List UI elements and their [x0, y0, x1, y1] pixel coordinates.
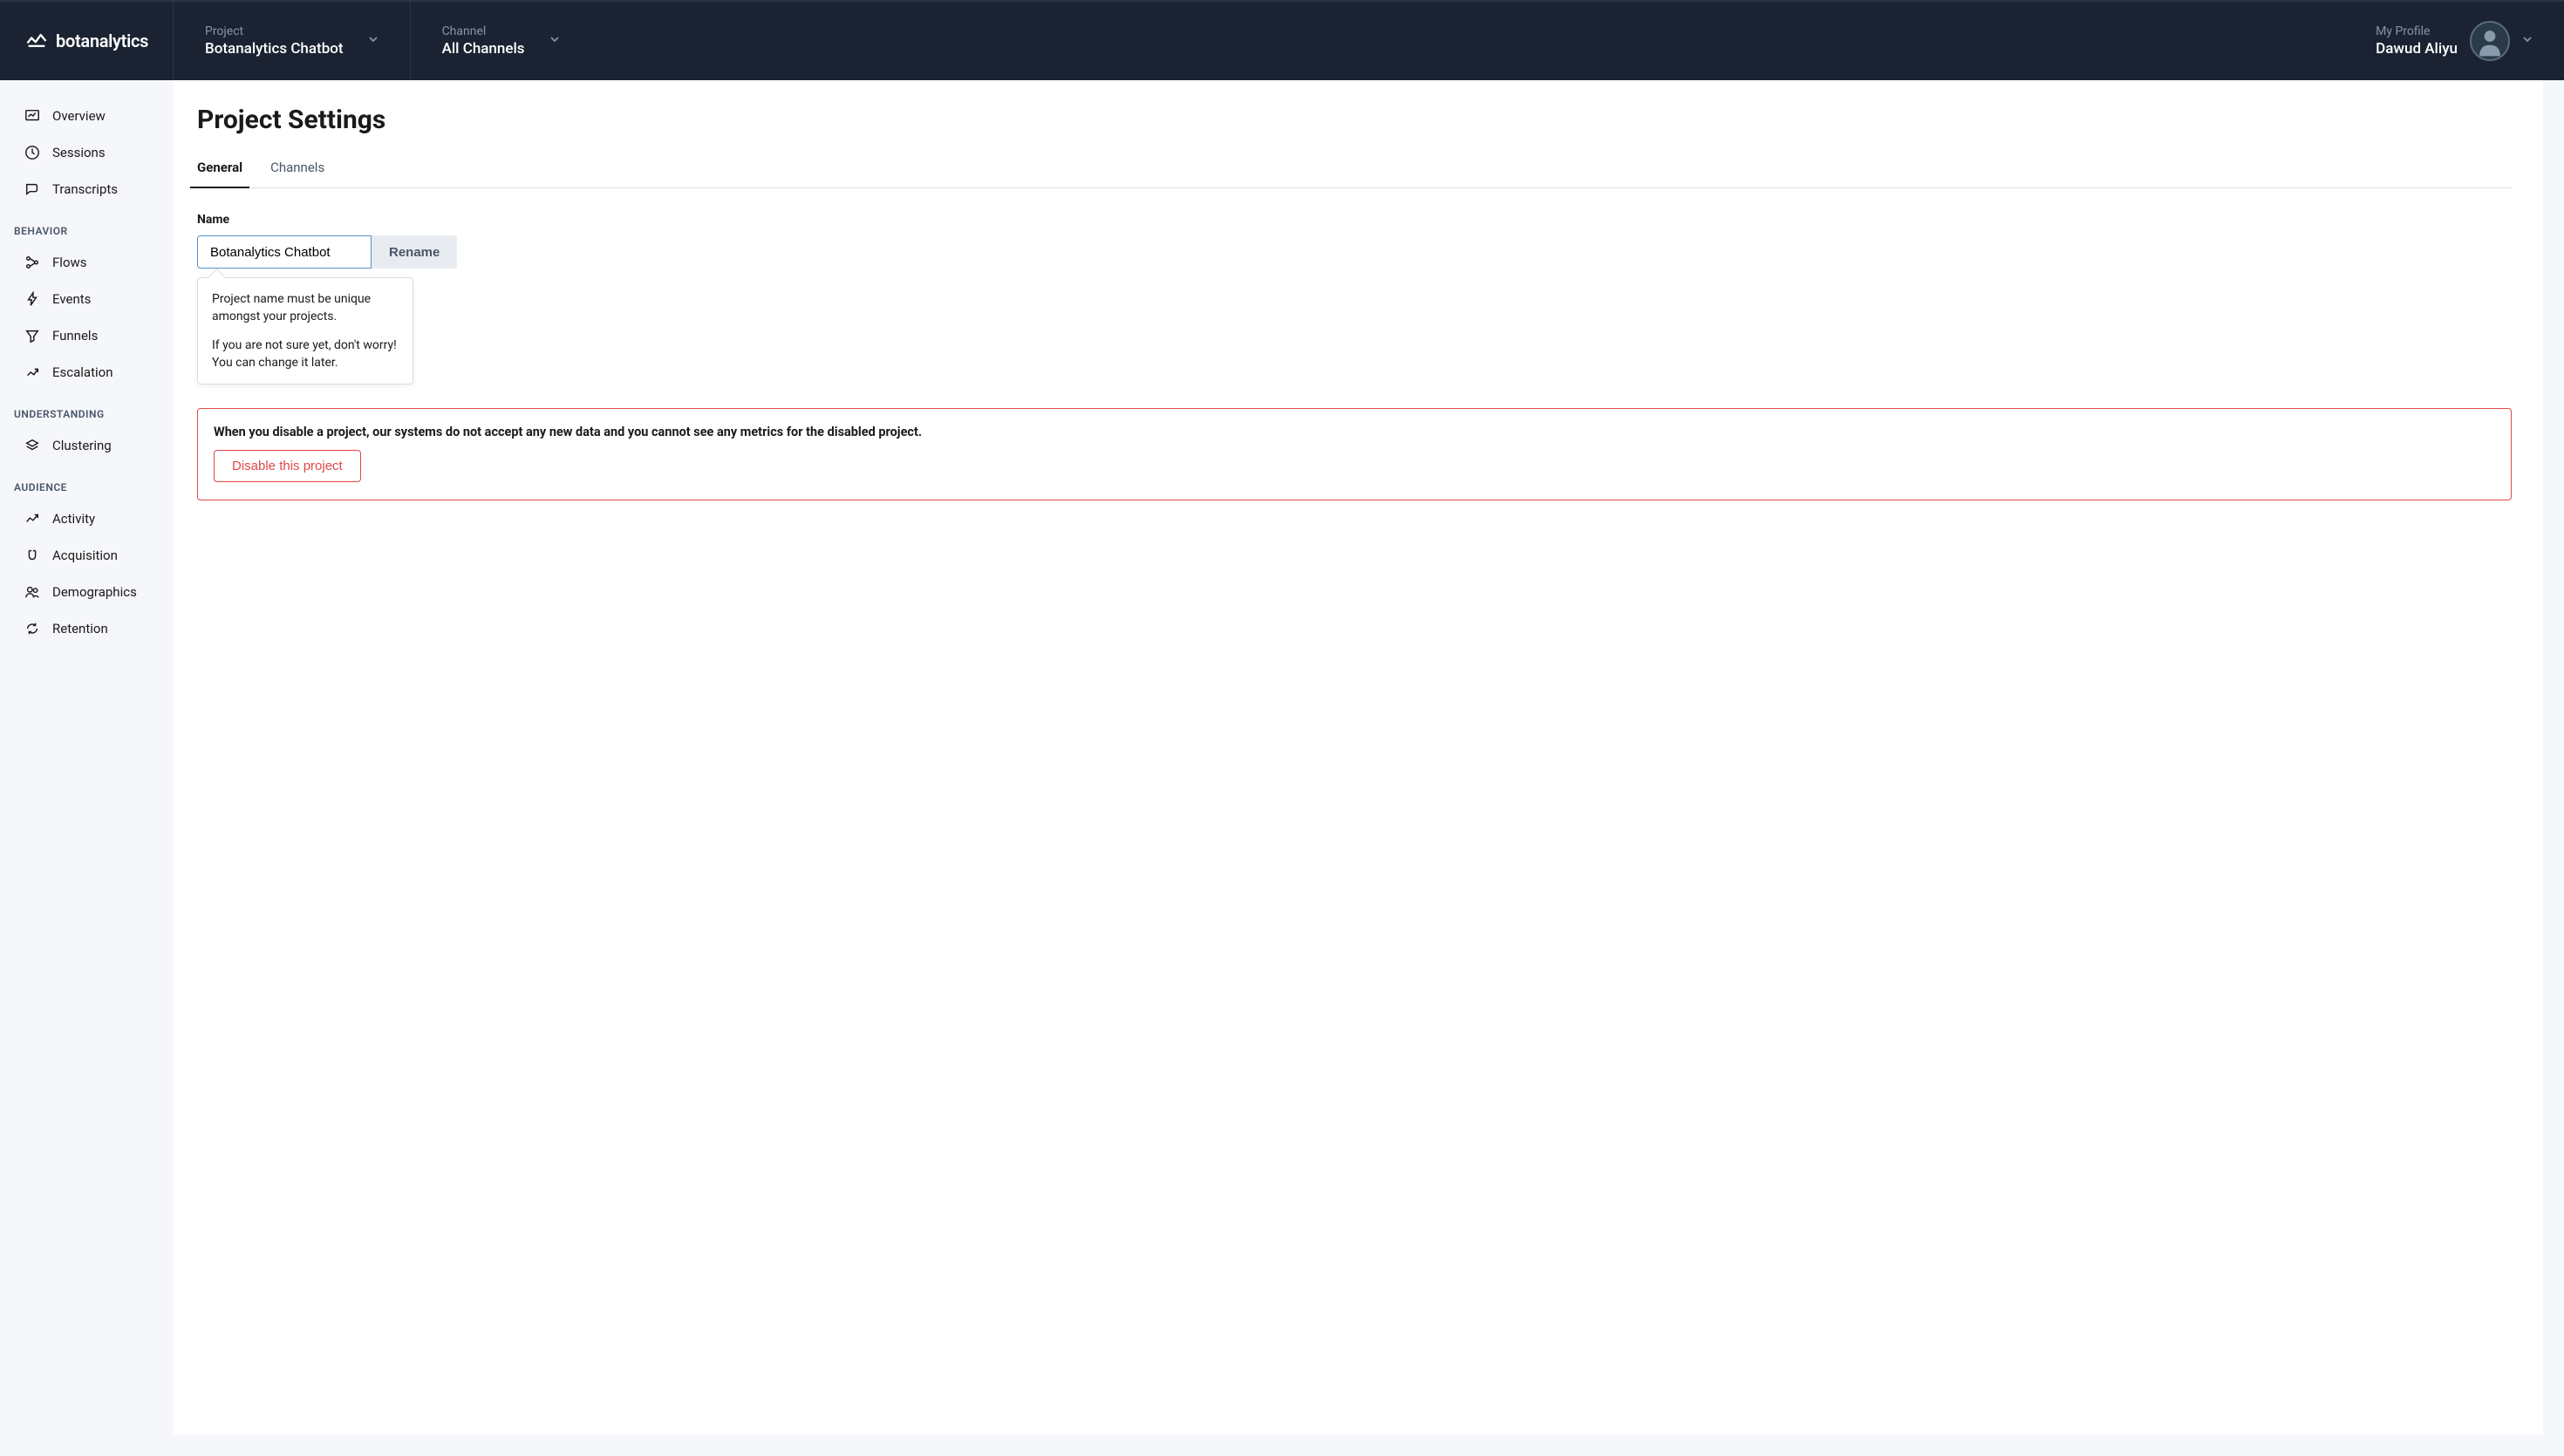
tabs: General Channels: [197, 160, 2512, 188]
sidebar-item-label: Escalation: [52, 364, 113, 380]
sidebar-header-audience: AUDIENCE: [0, 464, 173, 500]
danger-box: When you disable a project, our systems …: [197, 408, 2512, 500]
sidebar-item-label: Events: [52, 291, 91, 307]
refresh-icon: [24, 621, 40, 636]
sidebar-item-escalation[interactable]: Escalation: [0, 354, 173, 391]
name-tooltip: Project name must be unique amongst your…: [197, 277, 413, 384]
sidebar-item-label: Acquisition: [52, 548, 118, 563]
tooltip-line: If you are not sure yet, don't worry! Yo…: [212, 337, 399, 372]
sidebar-item-demographics[interactable]: Demographics: [0, 574, 173, 610]
project-name-input[interactable]: [197, 235, 372, 269]
tooltip-line: Project name must be unique amongst your…: [212, 290, 399, 326]
tab-channels[interactable]: Channels: [270, 160, 324, 187]
name-row: Rename Project name must be unique among…: [197, 235, 2512, 269]
chat-icon: [24, 181, 40, 197]
magnet-icon: [24, 548, 40, 563]
sidebar-item-label: Transcripts: [52, 181, 118, 197]
profile-dropdown[interactable]: My Profile Dawud Aliyu: [2376, 2, 2564, 80]
funnel-icon: [24, 328, 40, 344]
danger-zone: When you disable a project, our systems …: [197, 408, 2512, 500]
brand-name: botanalytics: [56, 31, 148, 51]
project-label: Project: [205, 24, 344, 38]
sidebar-item-funnels[interactable]: Funnels: [0, 317, 173, 354]
rename-button[interactable]: Rename: [372, 235, 457, 269]
chevron-down-icon: [549, 34, 560, 48]
flows-icon: [24, 255, 40, 270]
logo-icon: [24, 29, 49, 53]
escalation-icon: [24, 364, 40, 380]
sidebar-header-behavior: BEHAVIOR: [0, 208, 173, 244]
project-value: Botanalytics Chatbot: [205, 40, 344, 58]
sidebar-item-overview[interactable]: Overview: [0, 98, 173, 134]
trend-icon: [24, 511, 40, 527]
sidebar-item-acquisition[interactable]: Acquisition: [0, 537, 173, 574]
sidebar-header-understanding: UNDERSTANDING: [0, 391, 173, 427]
tab-general[interactable]: General: [197, 160, 242, 187]
danger-text: When you disable a project, our systems …: [214, 425, 2495, 439]
disable-project-button[interactable]: Disable this project: [214, 450, 361, 482]
sidebar-item-activity[interactable]: Activity: [0, 500, 173, 537]
sidebar-item-label: Retention: [52, 621, 108, 636]
channel-dropdown[interactable]: Channel All Channels: [411, 2, 591, 80]
chevron-down-icon: [368, 34, 378, 48]
sidebar-item-events[interactable]: Events: [0, 281, 173, 317]
profile-label: My Profile: [2376, 24, 2458, 38]
main-content: Project Settings General Channels Name R…: [173, 80, 2543, 1435]
sidebar: Overview Sessions Transcripts BEHAVIOR F…: [0, 80, 173, 1456]
layers-icon: [24, 438, 40, 453]
sidebar-item-sessions[interactable]: Sessions: [0, 134, 173, 171]
channel-label: Channel: [442, 24, 525, 38]
topbar: botanalytics Project Botanalytics Chatbo…: [0, 0, 2564, 80]
page-title: Project Settings: [197, 105, 2512, 135]
sidebar-item-label: Activity: [52, 511, 95, 527]
clock-icon: [24, 145, 40, 160]
name-label: Name: [197, 213, 2512, 227]
users-icon: [24, 584, 40, 600]
channel-value: All Channels: [442, 40, 525, 58]
bolt-icon: [24, 291, 40, 307]
brand-logo[interactable]: botanalytics: [0, 2, 173, 80]
sidebar-item-label: Clustering: [52, 438, 112, 453]
sidebar-item-clustering[interactable]: Clustering: [0, 427, 173, 464]
overview-icon: [24, 108, 40, 124]
sidebar-item-transcripts[interactable]: Transcripts: [0, 171, 173, 208]
sidebar-item-label: Demographics: [52, 584, 137, 600]
chevron-down-icon: [2522, 34, 2533, 48]
sidebar-item-label: Sessions: [52, 145, 106, 160]
profile-value: Dawud Aliyu: [2376, 40, 2458, 58]
sidebar-item-label: Funnels: [52, 328, 98, 344]
sidebar-item-label: Flows: [52, 255, 87, 270]
avatar: [2470, 21, 2510, 61]
sidebar-item-flows[interactable]: Flows: [0, 244, 173, 281]
sidebar-item-label: Overview: [52, 108, 106, 124]
project-dropdown[interactable]: Project Botanalytics Chatbot: [174, 2, 410, 80]
sidebar-item-retention[interactable]: Retention: [0, 610, 173, 647]
